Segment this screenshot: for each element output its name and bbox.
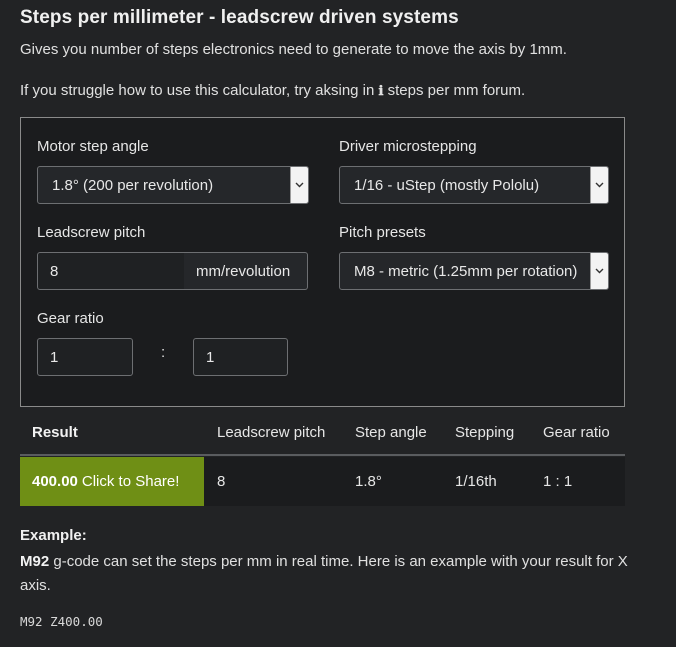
pitch-presets-label: Pitch presets (339, 224, 426, 241)
help-prefix: If you struggle how to use this calculat… (20, 82, 379, 99)
info-icon: ℹ (378, 84, 384, 99)
gear-ratio-right-value: 1 (206, 348, 215, 366)
gear-ratio-label: Gear ratio (37, 310, 104, 327)
page-title: Steps per millimeter - leadscrew driven … (20, 7, 459, 28)
leadscrew-pitch-unit: mm/revolution (184, 252, 308, 290)
example-heading: Example: (20, 527, 87, 544)
share-label: Click to Share! (81, 473, 180, 490)
forum-link[interactable]: steps per mm forum (388, 82, 521, 99)
motor-step-angle-label: Motor step angle (37, 138, 149, 155)
share-result-button[interactable]: 400.00 Click to Share! (20, 457, 204, 506)
driver-microstepping-select[interactable]: 1/16 - uStep (mostly Pololu) (339, 166, 609, 204)
column-header-result: Result (32, 424, 78, 441)
leadscrew-pitch-label: Leadscrew pitch (37, 224, 146, 241)
result-value: 400.00 (32, 473, 78, 490)
gear-ratio-left-input[interactable]: 1 (37, 338, 133, 376)
motor-step-angle-select[interactable]: 1.8° (200 per revolution) (37, 166, 309, 204)
gcode-name: M92 (20, 553, 50, 570)
leadscrew-pitch-unit-label: mm/revolution (196, 262, 291, 280)
leadscrew-pitch-value: 8 (50, 262, 59, 280)
gcode-example[interactable]: M92 Z400.00 (20, 614, 103, 629)
table-row: 400.00 Click to Share! 8 1.8° 1/16th 1 :… (20, 457, 625, 506)
gear-ratio-separator: : (161, 344, 166, 361)
example-description: M92 g-code can set the steps per mm in r… (20, 550, 630, 598)
page-subtitle: Gives you number of steps electronics ne… (20, 41, 567, 58)
step-angle-cell: 1.8° (355, 473, 382, 490)
column-header-stepping: Stepping (455, 424, 515, 441)
leadscrew-pitch-input[interactable]: 8 (37, 252, 185, 290)
pitch-presets-value: M8 - metric (1.25mm per rotation) (354, 262, 578, 280)
gear-ratio-right-input[interactable]: 1 (193, 338, 288, 376)
leadscrew-pitch-cell: 8 (217, 473, 226, 490)
example-text: g-code can set the steps per mm in real … (20, 553, 628, 594)
motor-step-angle-value: 1.8° (200 per revolution) (52, 176, 214, 194)
chevron-down-icon (590, 253, 608, 289)
column-header-step-angle: Step angle (355, 424, 427, 441)
column-header-leadscrew-pitch: Leadscrew pitch (217, 424, 326, 441)
gear-ratio-left-value: 1 (50, 348, 59, 366)
driver-microstepping-value: 1/16 - uStep (mostly Pololu) (354, 176, 540, 194)
driver-microstepping-label: Driver microstepping (339, 138, 477, 155)
pitch-presets-select[interactable]: M8 - metric (1.25mm per rotation) (339, 252, 609, 290)
stepping-cell: 1/16th (455, 473, 497, 490)
help-suffix: . (521, 82, 526, 99)
chevron-down-icon (590, 167, 608, 203)
column-header-gear-ratio: Gear ratio (543, 424, 610, 441)
chevron-down-icon (290, 167, 308, 203)
gear-ratio-cell: 1 : 1 (543, 473, 573, 490)
calculator-panel: Motor step angle 1.8° (200 per revolutio… (20, 117, 625, 407)
results-header-row: Result Leadscrew pitch Step angle Steppi… (20, 409, 625, 456)
help-text: If you struggle how to use this calculat… (20, 82, 525, 99)
